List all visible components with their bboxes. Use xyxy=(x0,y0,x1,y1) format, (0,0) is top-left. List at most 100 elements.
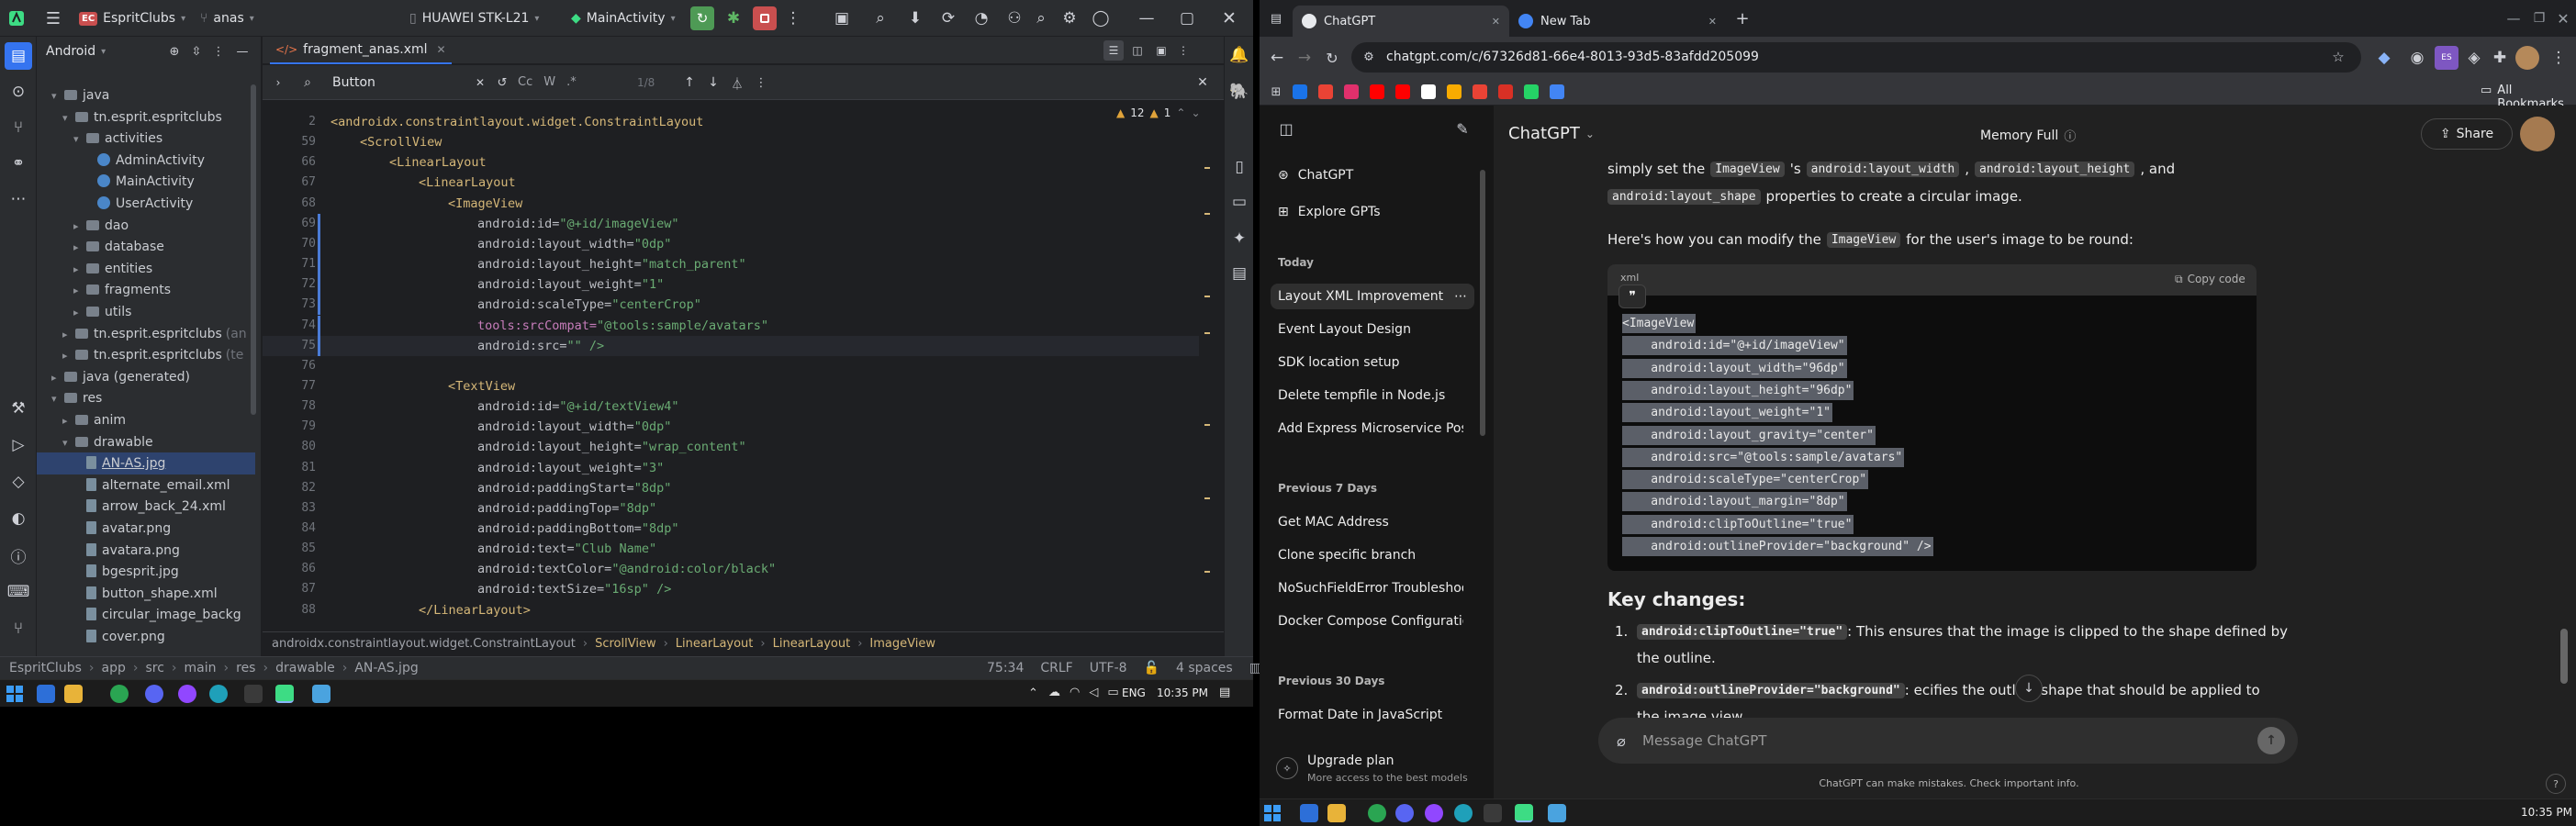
chevron-right-icon[interactable]: ▸ xyxy=(73,216,86,238)
problems-icon[interactable]: ⓘ xyxy=(5,541,32,569)
chevron-right-icon[interactable]: ▸ xyxy=(73,259,86,281)
git-tool-icon[interactable]: ⑂ xyxy=(5,615,32,642)
chrome-menu-icon[interactable]: ⋮ xyxy=(2547,46,2570,70)
commit-tool-icon[interactable]: ⊙ xyxy=(5,78,32,106)
chevron-down-icon[interactable]: ▾ xyxy=(62,107,75,129)
help-icon[interactable]: ? xyxy=(2546,774,2566,794)
running-devices-icon[interactable]: ▭ xyxy=(1228,191,1250,213)
main-menu-icon[interactable]: ☰ xyxy=(42,7,64,29)
bookmark-favicon-icon[interactable] xyxy=(1447,84,1462,99)
run-config-selector[interactable]: ◆ MainActivity ▾ xyxy=(571,9,676,28)
path-item[interactable]: main xyxy=(185,661,217,675)
app-taskbar-icon[interactable] xyxy=(312,685,330,703)
attach-icon[interactable]: ⌀ xyxy=(1609,729,1633,753)
tree-item[interactable]: avatar.png xyxy=(37,518,255,540)
profiler-icon[interactable]: ◔ xyxy=(969,6,993,30)
profile-avatar[interactable] xyxy=(2515,46,2539,70)
copy-code-button[interactable]: ⧉ Copy code xyxy=(2175,273,2246,286)
tree-item[interactable]: ▸ anim xyxy=(37,409,255,431)
close-tab-icon[interactable]: ✕ xyxy=(1708,16,1717,28)
restore-icon[interactable]: ❐ xyxy=(2528,7,2550,29)
tree-item[interactable]: AN-AS.jpg xyxy=(37,452,255,475)
bookmark-star-icon[interactable]: ☆ xyxy=(2328,47,2348,67)
indent-setting[interactable]: 4 spaces xyxy=(1176,657,1233,679)
reload-icon[interactable]: ↻ xyxy=(1320,46,1344,70)
chevron-right-icon[interactable]: ▸ xyxy=(73,237,86,259)
code-with-me-icon[interactable]: ⚇ xyxy=(1002,6,1026,30)
app-inspection-icon[interactable]: ⌕ xyxy=(868,6,892,30)
path-item[interactable]: res xyxy=(236,661,255,675)
device-selector[interactable]: ▯ HUAWEI STK-L21 ▾ xyxy=(409,9,539,28)
collapse-all-icon[interactable]: ⇳ xyxy=(187,42,206,61)
bookmark-favicon-icon[interactable] xyxy=(1318,84,1333,99)
chevron-right-icon[interactable]: ▸ xyxy=(62,324,75,346)
tree-item[interactable]: ▾ drawable xyxy=(37,431,255,453)
url-text[interactable]: chatgpt.com/c/67326d81-66e4-8013-93d5-83… xyxy=(1386,42,1759,73)
find-input[interactable]: Button xyxy=(332,73,375,92)
chevron-right-icon[interactable]: ▸ xyxy=(73,280,86,302)
path-item[interactable]: drawable xyxy=(275,661,335,675)
locate-icon[interactable]: ⊕ xyxy=(165,42,184,61)
run-tool-icon[interactable]: ▷ xyxy=(5,431,32,459)
project-tool-icon[interactable]: ▤ xyxy=(5,42,32,70)
path-item[interactable]: EspritClubs xyxy=(9,661,82,675)
bookmark-favicon-icon[interactable] xyxy=(1421,84,1436,99)
tree-item[interactable]: ▸ dao xyxy=(37,215,255,237)
editor-tab[interactable]: </> fragment_anas.xml ✕ xyxy=(270,37,452,64)
tree-item[interactable]: cover.png xyxy=(37,626,255,648)
tree-item[interactable]: alternate_email.xml xyxy=(37,474,255,497)
close-find-icon[interactable]: ✕ xyxy=(1193,73,1212,92)
notification-center-icon[interactable]: ▤ xyxy=(1219,686,1230,699)
tree-item[interactable]: button_shape.xml xyxy=(37,583,255,605)
back-icon[interactable]: ← xyxy=(1265,46,1289,70)
match-case-toggle[interactable]: Cc xyxy=(518,73,532,92)
bookmark-favicon-icon[interactable] xyxy=(1293,84,1307,99)
new-chat-icon[interactable]: ✎ xyxy=(1450,117,1474,140)
sidebar-scrollbar[interactable] xyxy=(1480,170,1485,436)
expand-replace-icon[interactable]: › xyxy=(270,73,286,92)
tree-item[interactable]: UserActivity xyxy=(37,193,255,215)
memory-status[interactable]: Memory Full ⓘ xyxy=(1980,127,2076,145)
bookmark-favicon-icon[interactable] xyxy=(1524,84,1539,99)
terminal-icon[interactable]: ⌨ xyxy=(5,578,32,606)
tree-item[interactable]: ▸ tn.esprit.espritclubs (an xyxy=(37,323,255,345)
chevron-down-icon[interactable]: ▾ xyxy=(62,432,75,454)
chevron-right-icon[interactable]: ▸ xyxy=(62,410,75,432)
extension-badge[interactable]: ES xyxy=(2435,46,2458,70)
share-button[interactable]: ⇪ Share xyxy=(2421,118,2513,150)
conversation-item[interactable]: Layout XML Improvement ⋯ xyxy=(1271,284,1474,309)
clock[interactable]: 10:35 PM xyxy=(1157,686,1208,699)
settings-taskbar-icon[interactable] xyxy=(244,685,263,703)
browser-tab[interactable]: ChatGPT ✕ xyxy=(1293,6,1509,37)
tree-scrollbar[interactable] xyxy=(251,84,256,415)
tree-item[interactable]: ▸ entities xyxy=(37,258,255,280)
logcat-icon[interactable]: ◐ xyxy=(5,505,32,532)
forward-icon[interactable]: → xyxy=(1293,46,1316,70)
conversation-item[interactable]: Format Date in JavaScript xyxy=(1271,702,1463,728)
tree-item[interactable]: ▸ database xyxy=(37,236,255,258)
gear-icon[interactable]: ⚙ xyxy=(1058,6,1081,30)
clear-search-icon[interactable]: ✕ xyxy=(472,73,488,92)
extension-icon[interactable]: ◉ xyxy=(2405,46,2429,70)
sdk-manager-icon[interactable]: ⬇ xyxy=(903,6,927,30)
design-view-icon[interactable]: ▣ xyxy=(1151,40,1171,61)
options-icon[interactable]: ⋮ xyxy=(209,42,228,61)
tree-item[interactable]: ▸ java (generated) xyxy=(37,366,255,388)
breadcrumb-item[interactable]: LinearLayout xyxy=(676,637,754,651)
send-button[interactable]: ↑ xyxy=(2257,727,2285,754)
split-view-icon[interactable]: ◫ xyxy=(1127,40,1148,61)
history-icon[interactable]: ↺ xyxy=(494,73,510,92)
scroll-down-icon[interactable]: ↓ xyxy=(2015,675,2043,702)
caret-position[interactable]: 75:34 xyxy=(987,657,1024,679)
sidebar-nav-item[interactable]: ⊞ Explore GPTs xyxy=(1271,199,1463,225)
tree-item[interactable]: avatara.png xyxy=(37,540,255,562)
chrome-taskbar-icon[interactable] xyxy=(1368,804,1386,822)
chrome-taskbar-icon[interactable] xyxy=(110,685,129,703)
app-taskbar-icon[interactable] xyxy=(1548,804,1566,822)
explorer-taskbar-icon[interactable] xyxy=(64,685,83,703)
vcs-tool-icon[interactable]: ⑂ xyxy=(5,114,32,141)
new-tab-icon[interactable]: + xyxy=(1731,7,1753,29)
clock[interactable]: 10:35 PM xyxy=(2521,806,2572,819)
regex-toggle[interactable]: .* xyxy=(566,73,577,92)
path-item[interactable]: app xyxy=(102,661,126,675)
